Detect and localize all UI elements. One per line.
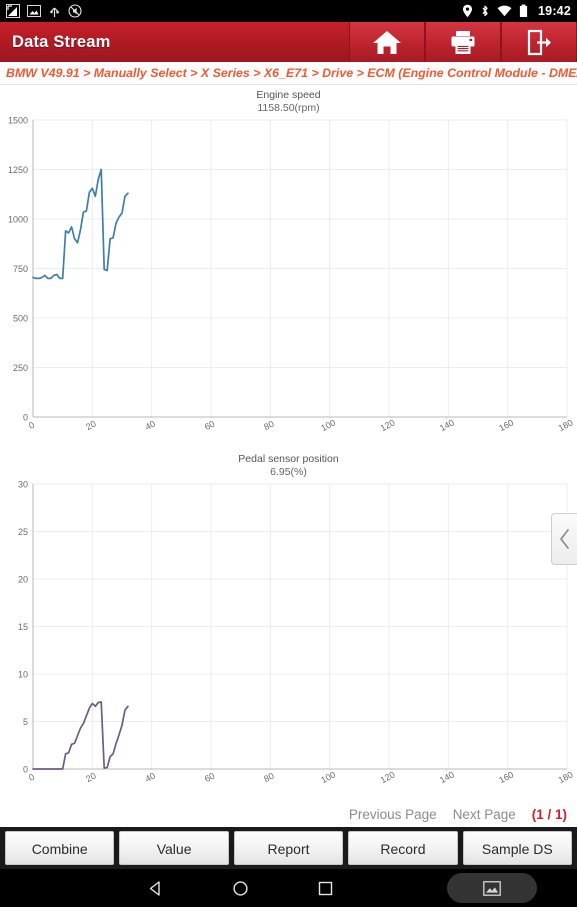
home-icon [373, 30, 401, 54]
svg-text:500: 500 [13, 314, 28, 324]
chart-1-value: 1158.50(rpm) [257, 101, 320, 114]
status-bar-left-icons [6, 4, 82, 18]
back-triangle-icon [149, 880, 160, 896]
record-button[interactable]: Record [348, 831, 458, 865]
svg-text:160: 160 [497, 769, 515, 785]
svg-text:20: 20 [84, 419, 98, 433]
panel-collapse-handle[interactable] [551, 513, 577, 565]
charts-area: Engine speed 1158.50(rpm) 0 250 500 750 1000… [0, 85, 577, 801]
android-nav-bar [0, 869, 577, 907]
svg-text:100: 100 [319, 417, 337, 433]
title-bar-actions [349, 22, 577, 62]
svg-text:15: 15 [18, 622, 28, 632]
nav-back-button[interactable] [130, 869, 180, 907]
chart-2-header: Pedal sensor position 6.95(%) [0, 449, 577, 478]
printer-icon [451, 30, 475, 54]
app-screen: 19:42 Data Stream BMW V49.91 > Manually … [0, 0, 577, 923]
nav-screenshot-button[interactable] [447, 873, 537, 903]
screenshot-image-icon [483, 880, 501, 896]
pagination: Previous Page Next Page (1 / 1) [0, 801, 577, 827]
exit-icon [527, 29, 551, 55]
chart-engine-speed: Engine speed 1158.50(rpm) 0 250 500 750 1000… [0, 85, 577, 449]
status-bar: 19:42 [0, 0, 577, 22]
nav-recents-button[interactable] [300, 869, 350, 907]
home-circle-icon [232, 880, 248, 896]
page-title: Data Stream [12, 32, 111, 51]
combine-button[interactable]: Combine [5, 831, 115, 865]
svg-text:120: 120 [379, 417, 397, 433]
next-page-button[interactable]: Next Page [453, 807, 516, 822]
nav-home-button[interactable] [215, 869, 265, 907]
chart-2-title: Pedal sensor position [238, 453, 339, 465]
chart-2-plot[interactable]: 0510152025300 20 40 60 80 100 120 140 160 180 [0, 478, 577, 801]
chart-1-header: Engine speed 1158.50(rpm) [0, 85, 577, 114]
svg-text:1500: 1500 [8, 116, 28, 126]
title-bar: Data Stream [0, 22, 577, 62]
image-icon [27, 5, 41, 17]
status-bar-right-icons: 19:42 [462, 4, 571, 18]
svg-text:750: 750 [13, 264, 28, 274]
chevron-left-icon [559, 529, 569, 549]
svg-text:250: 250 [13, 363, 28, 373]
svg-text:140: 140 [438, 417, 456, 433]
svg-text:40: 40 [143, 419, 157, 433]
exit-button[interactable] [501, 22, 577, 62]
svg-text:100: 100 [319, 769, 337, 785]
svg-text:1000: 1000 [8, 215, 28, 225]
svg-text:5: 5 [23, 717, 28, 727]
svg-text:1250: 1250 [8, 165, 28, 175]
battery-icon [519, 4, 528, 17]
svg-text:180: 180 [557, 417, 575, 433]
svg-text:180: 180 [557, 769, 575, 785]
recents-square-icon [318, 881, 332, 895]
svg-text:60: 60 [203, 419, 217, 433]
sample-ds-button[interactable]: Sample DS [462, 831, 573, 865]
svg-text:120: 120 [379, 769, 397, 785]
value-button[interactable]: Value [119, 831, 229, 865]
svg-text:60: 60 [203, 771, 217, 785]
status-bar-clock: 19:42 [538, 4, 571, 18]
svg-text:20: 20 [84, 771, 98, 785]
chart-1-plot[interactable]: 02505007501000125015000 20 40 60 80 100 120 140… [0, 114, 577, 449]
chart-1-title: Engine speed [256, 89, 321, 101]
svg-text:80: 80 [262, 419, 276, 433]
page-count: (1 / 1) [531, 806, 567, 822]
svg-text:40: 40 [143, 771, 157, 785]
svg-text:20: 20 [18, 575, 28, 585]
mute-icon [68, 4, 82, 18]
svg-text:25: 25 [18, 527, 28, 537]
bluetooth-icon [482, 5, 488, 17]
svg-text:80: 80 [262, 771, 276, 785]
bottom-button-bar: Combine Value Report Record Sample DS [0, 827, 577, 869]
location-icon [463, 4, 473, 18]
svg-text:30: 30 [18, 480, 28, 490]
home-button[interactable] [349, 22, 425, 62]
report-button[interactable]: Report [233, 831, 344, 865]
svg-text:160: 160 [497, 417, 515, 433]
chart-pedal-sensor-position: Pedal sensor position 6.95(%) 0 5 10 15 20 25… [0, 449, 577, 801]
screenshot-icon [6, 4, 20, 18]
svg-text:10: 10 [18, 670, 28, 680]
print-button[interactable] [425, 22, 501, 62]
previous-page-button[interactable]: Previous Page [349, 807, 437, 822]
usb-icon [50, 7, 59, 17]
wifi-icon [497, 5, 512, 17]
breadcrumb[interactable]: BMW V49.91 > Manually Select > X Series … [0, 62, 577, 85]
chart-2-value: 6.95(%) [270, 465, 307, 478]
svg-text:0: 0 [27, 420, 36, 431]
svg-text:140: 140 [438, 769, 456, 785]
svg-text:0: 0 [27, 772, 36, 783]
